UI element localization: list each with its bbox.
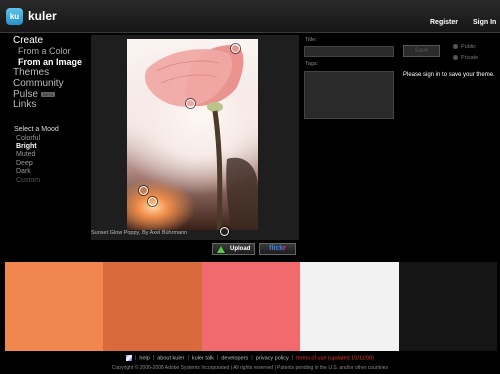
- nav-community[interactable]: Community: [13, 79, 64, 89]
- image-caption: Sunset Glow Poppy, By Axel Bührmann: [91, 230, 188, 236]
- private-label: Private: [461, 55, 479, 61]
- mood-muted[interactable]: Muted: [16, 151, 35, 158]
- public-label: Public: [461, 44, 476, 50]
- swatch-1[interactable]: [5, 262, 104, 351]
- nav-themes[interactable]: Themes: [13, 68, 49, 78]
- header-bar: ku kuler Register Sign In: [0, 0, 500, 33]
- nav-create[interactable]: Create: [13, 36, 43, 46]
- swatch-2[interactable]: [103, 262, 202, 351]
- mood-bright[interactable]: Bright: [16, 143, 37, 150]
- poppy-illustration: [144, 44, 258, 230]
- color-picker-handle-1[interactable]: [231, 44, 240, 53]
- flickr-button[interactable]: flickr: [259, 243, 296, 255]
- footer-privacy-link[interactable]: privacy policy: [256, 355, 289, 361]
- flickr-logo-part-b: r: [283, 245, 286, 252]
- footer-developers-link[interactable]: developers: [221, 355, 248, 361]
- mood-deep[interactable]: Deep: [16, 160, 33, 167]
- radio-icon: [453, 55, 458, 61]
- poppy-photo: [127, 39, 258, 230]
- nav-from-an-image[interactable]: From an Image: [18, 57, 82, 67]
- title-label: Title:: [305, 37, 317, 43]
- footer-talk-link[interactable]: kuler talk: [192, 355, 214, 361]
- title-input[interactable]: [304, 46, 394, 57]
- public-radio[interactable]: Public: [453, 44, 476, 50]
- theme-swatches: [5, 262, 498, 351]
- nav-links[interactable]: Links: [13, 100, 36, 110]
- nav-from-a-color[interactable]: From a Color: [18, 46, 71, 56]
- private-radio[interactable]: Private: [453, 55, 478, 61]
- beta-badge: BETA: [41, 91, 56, 97]
- copyright-text: Copyright © 2006-2008 Adobe Systems Inco…: [111, 365, 389, 371]
- register-link[interactable]: Register: [430, 19, 458, 26]
- color-picker-handle-3[interactable]: [139, 186, 148, 195]
- tags-textarea[interactable]: [304, 71, 394, 119]
- app-name[interactable]: kuler: [28, 9, 57, 23]
- color-picker-handle-5[interactable]: [220, 227, 229, 236]
- footer-terms-link[interactable]: terms of use (updated 10/11/08): [296, 355, 374, 361]
- footer-about-link[interactable]: about kuler: [157, 355, 184, 361]
- kuler-logo-icon[interactable]: ku: [6, 8, 23, 25]
- sign-in-link[interactable]: Sign In: [473, 19, 496, 26]
- signin-message: Please sign in to save your theme.: [403, 72, 495, 78]
- flickr-logo-part-a: flick: [269, 245, 284, 252]
- upload-button[interactable]: Upload: [212, 243, 255, 255]
- save-button[interactable]: Save: [403, 45, 440, 57]
- tags-label: Tags:: [305, 61, 319, 67]
- swatch-4[interactable]: [300, 262, 399, 351]
- footer-help-link[interactable]: help: [139, 355, 149, 361]
- footer-links: | help | about kuler | kuler talk | developers |…: [0, 355, 500, 361]
- mood-dark[interactable]: Dark: [16, 168, 31, 175]
- radio-icon: [453, 44, 458, 50]
- kuler-mini-icon: [125, 355, 132, 361]
- color-picker-handle-2[interactable]: [186, 99, 195, 108]
- upload-arrow-icon: [217, 246, 225, 253]
- mood-colorful[interactable]: Colorful: [16, 135, 40, 142]
- swatch-5[interactable]: [398, 262, 498, 351]
- upload-button-label: Upload: [230, 246, 251, 252]
- mood-section-title: Select a Mood: [14, 126, 59, 133]
- color-picker-handle-4[interactable]: [148, 197, 157, 206]
- mood-custom[interactable]: Custom: [16, 177, 40, 184]
- swatch-3[interactable]: [201, 262, 301, 351]
